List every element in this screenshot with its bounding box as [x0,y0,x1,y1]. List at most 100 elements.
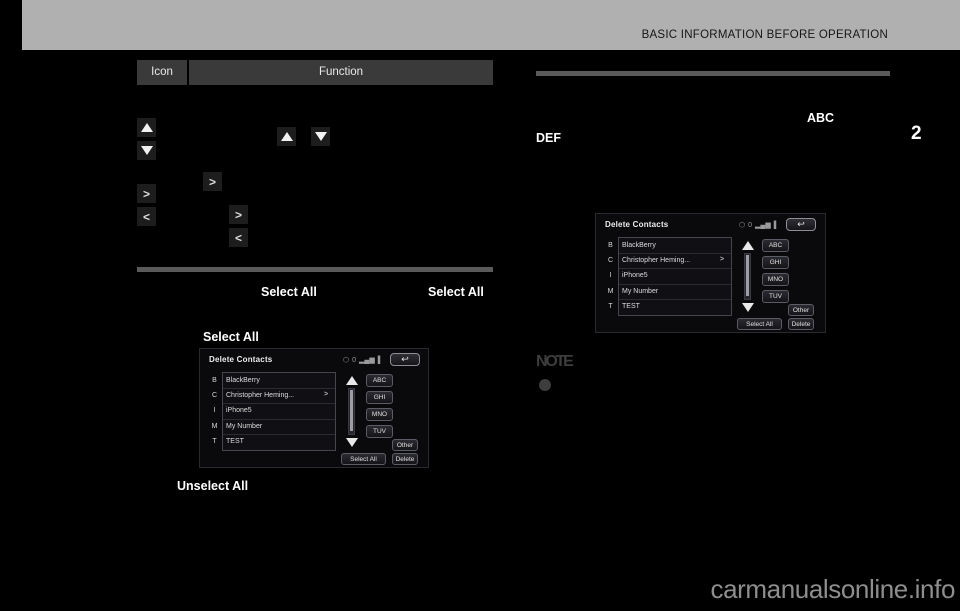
battery-icon: ▌ [377,356,383,364]
scrollbar-thumb[interactable] [746,255,749,296]
device-title: Delete Contacts [605,220,669,229]
device-status-bar: ⬡ 0 ▂▄▆ ▌ [739,221,779,230]
contact-letter-T: T [212,438,217,446]
contact-detail-arrow-1[interactable]: > [720,256,724,263]
inline-chevron-left-icon: < [229,228,248,247]
bluetooth-icon: ⬡ [343,357,350,364]
contact-letter-C: C [211,391,218,399]
contact-letter-M: M [607,287,614,295]
unselect-all-label: Unselect All [177,479,249,493]
note-heading: NOTE [536,353,574,370]
signal-bars-icon: ▂▄▆ [755,222,771,229]
scroll-up-icon[interactable] [742,241,754,250]
alpha-key-MNO[interactable]: MNO [762,273,789,286]
alpha-key-ABC[interactable]: ABC [366,374,393,387]
left-body-text: Select All Select All Select All Delete … [137,272,493,493]
contact-row-divider-1 [223,403,335,405]
select-all-button[interactable]: Select All [737,318,782,330]
def-label: DEF [536,131,561,145]
chevron-right-glyph: > [142,186,150,201]
inline-chevron-right-icon-1: > [203,172,222,191]
scroll-down-icon[interactable] [742,303,754,312]
right-column: ABC DEF Delete Contacts ⬡ 0 ▂▄▆ ▌ ↩ B BlackBerr… [536,60,890,406]
table-header-row: Icon Function [137,60,493,85]
alpha-key-TUV[interactable]: TUV [366,425,393,438]
select-all-label-2: Select All [428,285,484,299]
contact-name-1[interactable]: Christopher Heming... [622,257,690,264]
page-number: 2 [911,123,922,144]
site-watermark: carmanualsonline.info [710,574,955,604]
contact-row-divider-0 [619,252,731,254]
chevron-left-glyph: < [142,209,150,224]
inline-chevron-right-glyph-1: > [208,174,216,189]
bluetooth-icon: ⬡ [739,222,746,229]
select-all-label-1: Select All [261,285,317,299]
column-header-icon: Icon [137,60,189,85]
contact-letter-I: I [609,272,612,280]
device-screenshot-right: Delete Contacts ⬡ 0 ▂▄▆ ▌ ↩ B BlackBerry C Christ… [595,213,826,333]
abc-label: ABC [807,111,835,125]
signal-bars-icon: ▂▄▆ [359,357,375,364]
left-column: Icon Function > < > > < Select All Selec… [137,60,493,493]
alpha-key-ABC[interactable]: ABC [762,239,789,252]
note-block: NOTE [536,353,656,399]
contact-letter-M: M [211,422,218,430]
contact-letter-T: T [608,303,613,311]
device-back-button[interactable]: ↩ [786,218,816,231]
alpha-key-GHI[interactable]: GHI [366,391,393,404]
contact-name-4[interactable]: TEST [622,303,640,310]
contact-name-3[interactable]: My Number [622,288,658,295]
contact-row-divider-2 [619,283,731,285]
select-all-button[interactable]: Select All [341,453,386,465]
page-title: BASIC INFORMATION BEFORE OPERATION [641,29,888,41]
column-header-function: Function [188,60,493,85]
icon-function-table: Icon Function [137,60,493,85]
delete-button[interactable]: Delete [788,318,814,330]
contact-row-divider-2 [223,418,335,420]
roaming-icon: 0 [748,221,753,229]
chevron-right-icon: > [137,184,156,203]
scroll-up-icon[interactable] [346,376,358,385]
contact-row-divider-1 [619,268,731,270]
scroll-down-icon[interactable] [346,438,358,447]
contact-row-divider-0 [223,387,335,389]
device-back-button[interactable]: ↩ [390,353,420,366]
chevron-left-icon: < [137,207,156,226]
contact-letter-I: I [213,407,216,415]
contact-row-divider-3 [619,299,731,301]
page-header-band [22,0,960,50]
contact-letter-B: B [608,241,613,249]
scrollbar-thumb[interactable] [350,390,353,431]
contact-row-divider-3 [223,434,335,436]
inline-chevron-left-glyph: < [234,230,242,245]
contact-name-2[interactable]: iPhone5 [226,407,252,414]
triangle-up-icon [137,118,156,137]
contact-letter-C: C [607,256,614,264]
right-body-text: ABC DEF Delete Contacts ⬡ 0 ▂▄▆ ▌ ↩ B BlackBerr… [536,76,890,406]
contact-name-1[interactable]: Christopher Heming... [226,392,294,399]
triangle-down-icon [137,141,156,160]
contact-name-2[interactable]: iPhone5 [622,272,648,279]
contact-name-0[interactable]: BlackBerry [226,377,260,384]
alpha-key-GHI[interactable]: GHI [762,256,789,269]
contact-letter-B: B [212,376,217,384]
contact-name-4[interactable]: TEST [226,438,244,445]
battery-icon: ▌ [773,221,779,229]
device-screenshot-left: Delete Contacts ⬡ 0 ▂▄▆ ▌ ↩ B BlackBerry C Christ… [199,348,429,468]
inline-triangle-down-icon [311,127,330,146]
contact-name-0[interactable]: BlackBerry [622,242,656,249]
table-body: > < > > < [137,85,493,247]
note-bullet-icon [539,379,551,391]
inline-chevron-right-glyph-2: > [234,207,242,222]
device-status-bar: ⬡ 0 ▂▄▆ ▌ [343,356,383,365]
alpha-key-other[interactable]: Other [788,304,814,316]
delete-button[interactable]: Delete [392,453,418,465]
roaming-icon: 0 [352,356,357,364]
contact-detail-arrow-1[interactable]: > [324,391,328,398]
device-title: Delete Contacts [209,355,273,364]
contact-name-3[interactable]: My Number [226,423,262,430]
alpha-key-MNO[interactable]: MNO [366,408,393,421]
alpha-key-other[interactable]: Other [392,439,418,451]
select-all-label-3: Select All [203,330,259,344]
alpha-key-TUV[interactable]: TUV [762,290,789,303]
